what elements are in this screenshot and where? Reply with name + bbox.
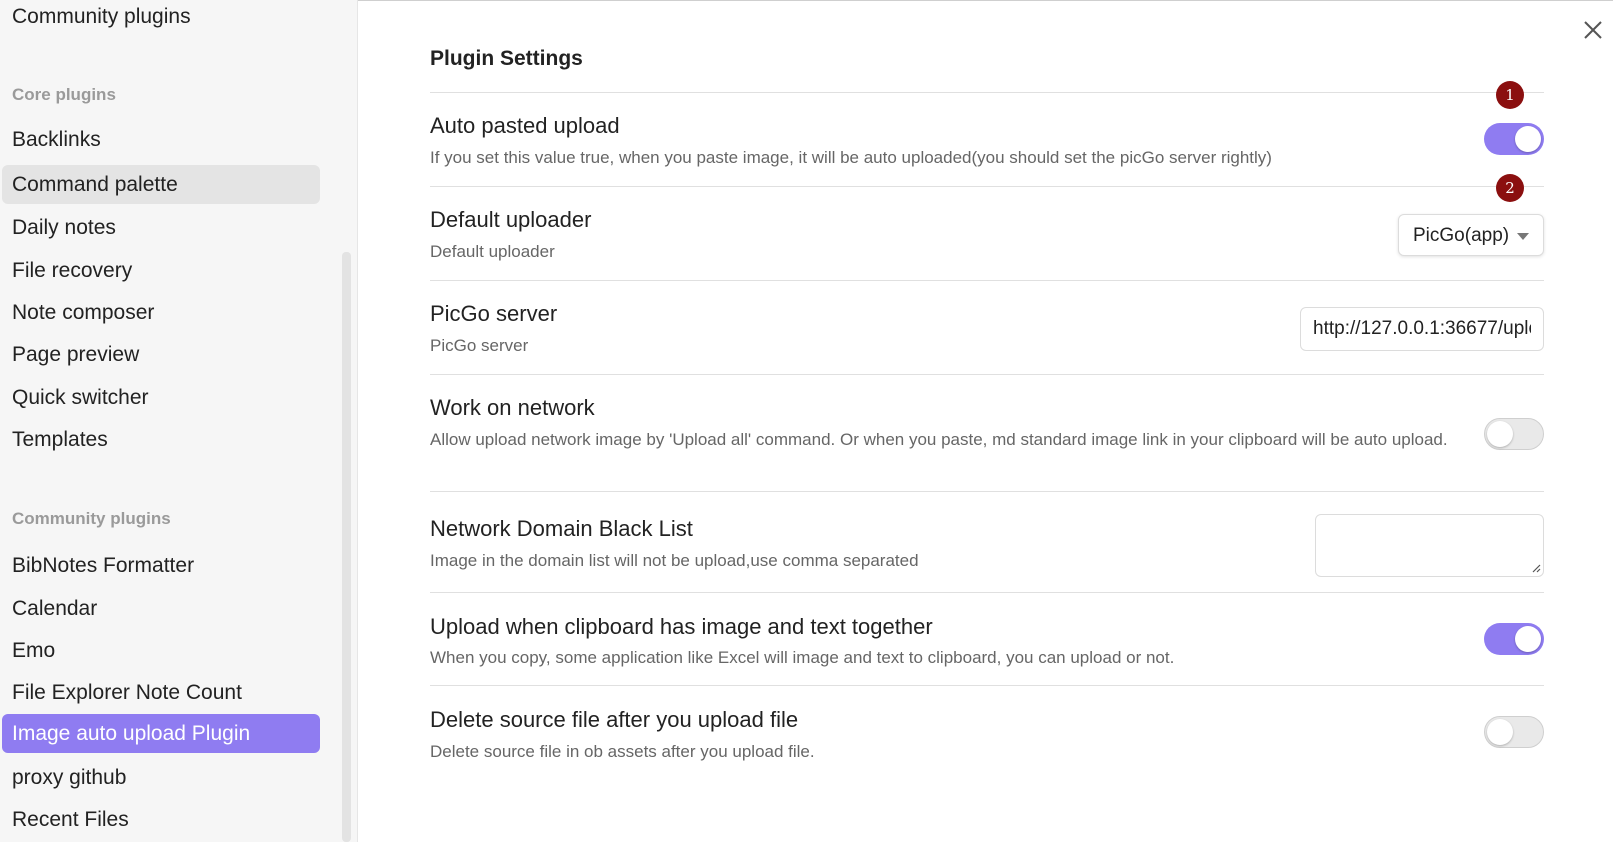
annotation-marker-1: 1 <box>1496 81 1524 109</box>
setting-name-delete-source-file: Delete source file after you upload file <box>430 707 799 732</box>
sidebar-item-image-auto-upload-plugin[interactable]: Image auto upload Plugin <box>2 714 320 753</box>
toggle-knob <box>1487 719 1513 745</box>
setting-name-picgo-server: PicGo server <box>430 301 558 326</box>
toggle-delete-source-file[interactable] <box>1484 716 1544 748</box>
dropdown-selected-value: PicGo(app) <box>1413 225 1510 246</box>
default-uploader-dropdown[interactable]: PicGo(app) <box>1398 214 1544 256</box>
sidebar-item-recent-files[interactable]: Recent Files <box>2 800 320 839</box>
divider <box>430 186 1544 187</box>
divider <box>430 491 1544 492</box>
divider <box>430 280 1544 281</box>
sidebar-item-emo[interactable]: Emo <box>2 631 320 670</box>
divider <box>430 374 1544 375</box>
setting-desc-default-uploader: Default uploader <box>430 242 555 261</box>
sidebar-item-community-plugins[interactable]: Community plugins <box>2 0 320 36</box>
divider <box>430 685 1544 686</box>
sidebar-item-file-recovery[interactable]: File recovery <box>2 251 320 290</box>
setting-name-upload-clipboard-image-text: Upload when clipboard has image and text… <box>430 614 933 639</box>
sidebar-item-note-composer[interactable]: Note composer <box>2 293 320 332</box>
settings-sidebar: Community plugins Core plugins Backlinks… <box>0 0 358 842</box>
setting-desc-delete-source-file: Delete source file in ob assets after yo… <box>430 742 815 761</box>
sidebar-item-proxy-github[interactable]: proxy github <box>2 758 320 797</box>
sidebar-item-templates[interactable]: Templates <box>2 420 320 459</box>
setting-desc-upload-clipboard-image-text: When you copy, some application like Exc… <box>430 648 1175 667</box>
chevron-down-icon <box>1517 233 1529 240</box>
sidebar-heading-core-plugins: Core plugins <box>12 85 116 104</box>
divider <box>430 92 1544 93</box>
sidebar-heading-community-plugins: Community plugins <box>12 509 171 528</box>
picgo-server-input[interactable] <box>1300 307 1544 351</box>
sidebar-item-page-preview[interactable]: Page preview <box>2 335 320 374</box>
setting-name-network-domain-black-list: Network Domain Black List <box>430 516 693 541</box>
setting-desc-picgo-server: PicGo server <box>430 336 529 355</box>
toggle-knob <box>1515 626 1541 652</box>
section-title: Plugin Settings <box>430 47 583 70</box>
sidebar-item-command-palette[interactable]: Command palette <box>2 165 320 204</box>
annotation-marker-2: 2 <box>1496 174 1524 202</box>
toggle-work-on-network[interactable] <box>1484 418 1544 450</box>
toggle-knob <box>1487 421 1513 447</box>
divider <box>430 592 1544 593</box>
setting-desc-auto-pasted-upload: If you set this value true, when you pas… <box>430 148 1272 167</box>
sidebar-item-daily-notes[interactable]: Daily notes <box>2 208 320 247</box>
close-button[interactable] <box>1581 18 1605 42</box>
sidebar-item-quick-switcher[interactable]: Quick switcher <box>2 378 320 417</box>
setting-desc-work-on-network: Allow upload network image by 'Upload al… <box>430 430 1448 449</box>
toggle-upload-clipboard-image-text[interactable] <box>1484 623 1544 655</box>
sidebar-item-backlinks[interactable]: Backlinks <box>2 120 320 159</box>
sidebar-item-bibnotes-formatter[interactable]: BibNotes Formatter <box>2 546 320 585</box>
setting-name-default-uploader: Default uploader <box>430 207 592 232</box>
domain-blacklist-textarea[interactable] <box>1315 514 1544 577</box>
setting-name-auto-pasted-upload: Auto pasted upload <box>430 113 620 138</box>
toggle-knob <box>1515 126 1541 152</box>
setting-name-work-on-network: Work on network <box>430 395 595 420</box>
sidebar-item-calendar[interactable]: Calendar <box>2 589 320 628</box>
sidebar-scrollbar[interactable] <box>342 252 351 842</box>
sidebar-item-file-explorer-note-count[interactable]: File Explorer Note Count <box>2 673 320 712</box>
close-icon <box>1584 21 1602 39</box>
setting-desc-network-domain-black-list: Image in the domain list will not be upl… <box>430 551 919 570</box>
toggle-auto-pasted-upload[interactable] <box>1484 123 1544 155</box>
